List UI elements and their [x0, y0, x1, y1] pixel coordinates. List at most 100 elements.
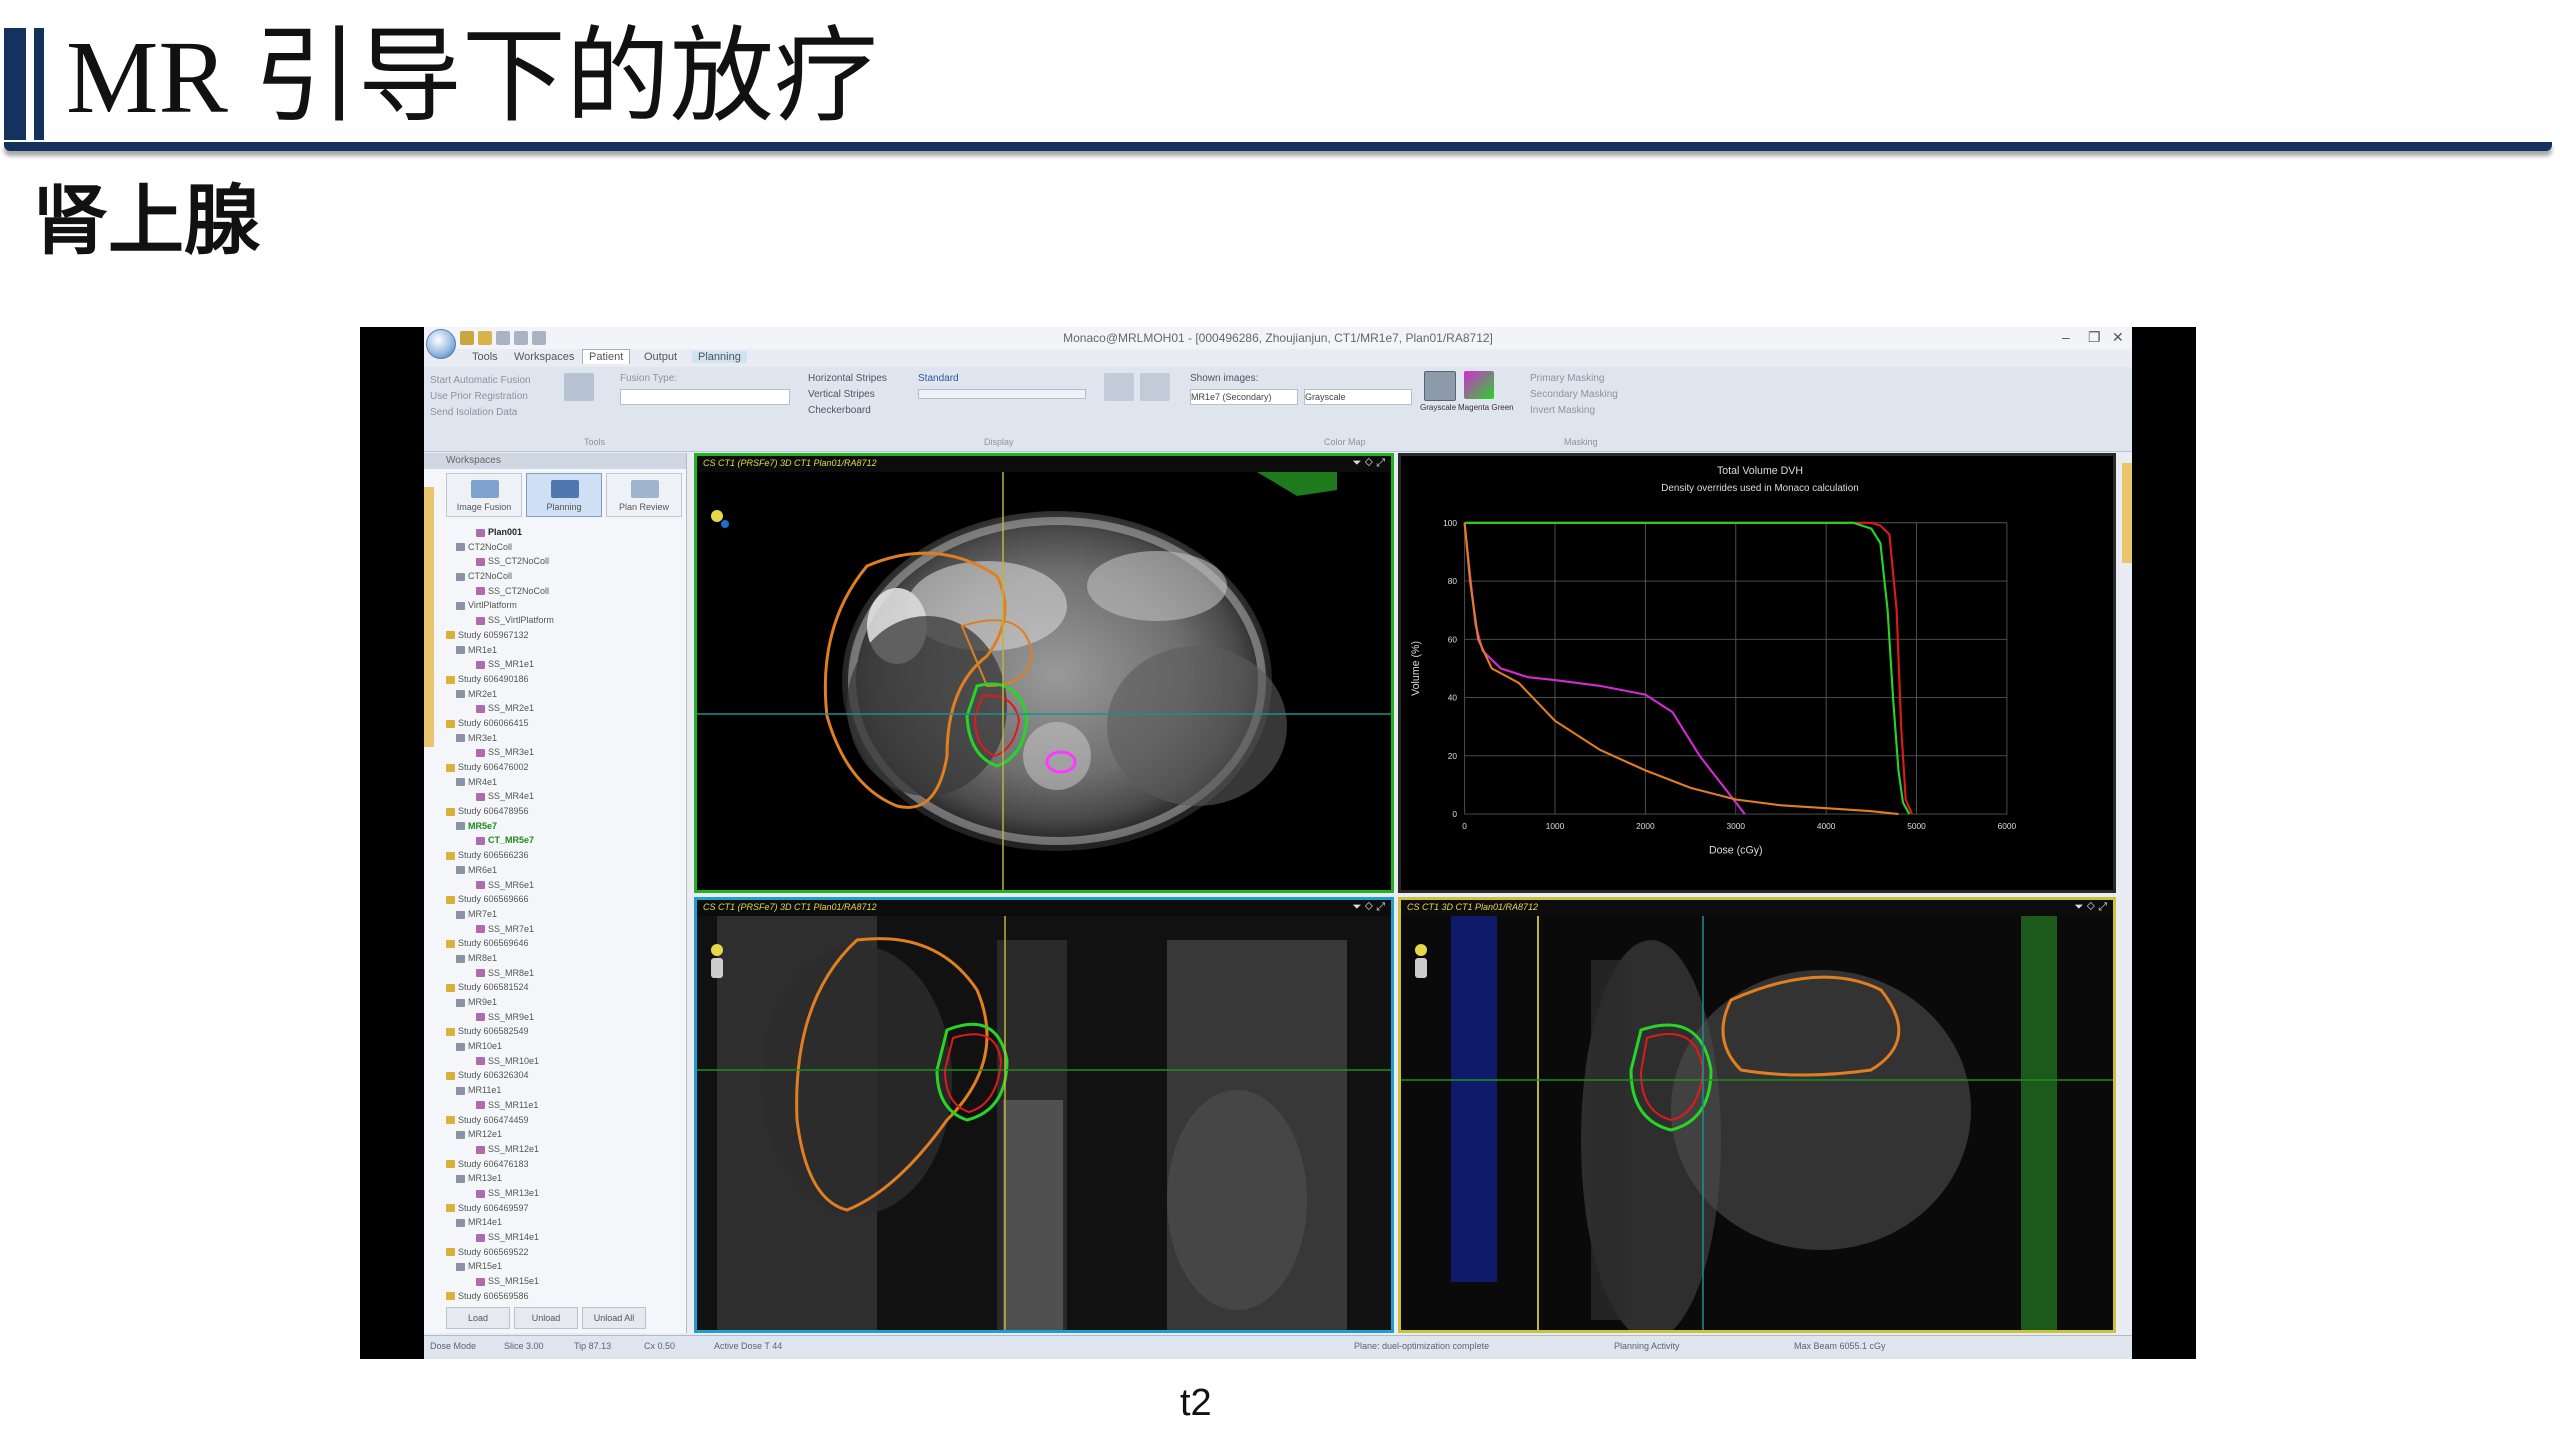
tree-row[interactable]: Study 606326304	[446, 1068, 668, 1083]
tree-row[interactable]: SS_MR8e1	[446, 966, 668, 981]
tree-row[interactable]: MR16e8	[446, 1303, 668, 1305]
magenta-green-icon[interactable]	[1464, 371, 1494, 399]
tree-row[interactable]: Study 606569522	[446, 1245, 668, 1260]
close-icon[interactable]: ✕	[2112, 329, 2124, 346]
tree-row[interactable]: MR5e7	[446, 819, 668, 834]
tree-row[interactable]: SS_MR1e1	[446, 657, 668, 672]
reset-tool-icon[interactable]	[1140, 373, 1170, 401]
tab-output[interactable]: Output	[644, 351, 677, 363]
tree-row[interactable]: Study 606476002	[446, 760, 668, 775]
load-button[interactable]: Load	[446, 1307, 510, 1329]
start-automatic-fusion-button[interactable]: Start Automatic Fusion	[430, 375, 531, 386]
grayscale-icon[interactable]	[1424, 371, 1456, 401]
plan-review-workspace-button[interactable]: Plan Review	[606, 473, 682, 517]
tree-row[interactable]: Study 606474459	[446, 1113, 668, 1128]
tree-row-label: CT_MR5e7	[488, 835, 535, 846]
tree-row[interactable]: MR7e1	[446, 907, 668, 922]
tree-row[interactable]: SS_CT2NoColl	[446, 554, 668, 569]
dvh-series-line	[1464, 521, 1913, 815]
tree-row[interactable]: Study 606469597	[446, 1201, 668, 1216]
fusion-type-select[interactable]	[620, 389, 790, 405]
tree-row[interactable]: Study 606581524	[446, 980, 668, 995]
tree-row[interactable]: MR1e1	[446, 643, 668, 658]
unload-button[interactable]: Unload	[514, 1307, 578, 1329]
fusion-registration-icon[interactable]	[564, 373, 594, 401]
sagittal-viewport[interactable]: CS CT1 3D CT1 Plan01/RA8712 ⏷ ◇ ⤢	[1398, 897, 2116, 1333]
tree-row[interactable]: SS_CT2NoColl	[446, 584, 668, 599]
right-side-strip[interactable]	[2122, 463, 2132, 563]
tree-row[interactable]: MR9e1	[446, 995, 668, 1010]
tree-row[interactable]: SS_MR15e1	[446, 1274, 668, 1289]
tree-row[interactable]: MR10e1	[446, 1039, 668, 1054]
tree-row-label: SS_MR13e1	[488, 1187, 540, 1198]
tree-row[interactable]: SS_MR11e1	[446, 1098, 668, 1113]
blend-tool-icon[interactable]	[1104, 373, 1134, 401]
tree-row[interactable]: Plan001	[446, 525, 668, 540]
tree-row[interactable]: SS_MR10e1	[446, 1054, 668, 1069]
use-prior-registration-button[interactable]: Use Prior Registration	[430, 391, 528, 402]
tree-row[interactable]: SS_MR9e1	[446, 1010, 668, 1025]
tree-row[interactable]: SS_MR14e1	[446, 1230, 668, 1245]
horizontal-stripes-option[interactable]: Horizontal Stripes	[808, 373, 887, 384]
tab-workspaces[interactable]: Workspaces	[514, 351, 574, 363]
checkerboard-option[interactable]: Checkerboard	[808, 405, 871, 416]
tree-row[interactable]: CT_MR5e7	[446, 833, 668, 848]
tree-row[interactable]: SS_MR12e1	[446, 1142, 668, 1157]
tree-row[interactable]: MR14e1	[446, 1215, 668, 1230]
secondary-masking-button[interactable]: Secondary Masking	[1530, 389, 1618, 400]
minimize-icon[interactable]: –	[2062, 329, 2070, 345]
tree-row[interactable]: Study 606566236	[446, 848, 668, 863]
patient-tree[interactable]: Plan001 CT2NoColl SS_CT2NoColl CT2NoColl SS_…	[446, 525, 668, 1305]
invert-masking-button[interactable]: Invert Masking	[1530, 405, 1595, 416]
tree-row[interactable]: Study 606066415	[446, 716, 668, 731]
tree-row[interactable]: Study 606490186	[446, 672, 668, 687]
tree-row[interactable]: MR8e1	[446, 951, 668, 966]
image-fusion-workspace-button[interactable]: Image Fusion	[446, 473, 522, 517]
dvh-x-axis-label: Dose (cGy)	[1709, 845, 1763, 857]
tree-row[interactable]: MR12e1	[446, 1127, 668, 1142]
blend-slider[interactable]	[918, 389, 1086, 399]
tree-row[interactable]: CT2NoColl	[446, 540, 668, 555]
tree-row[interactable]: Study 606582549	[446, 1024, 668, 1039]
tree-row[interactable]: Study 606569666	[446, 892, 668, 907]
sagittal-mr-image	[1401, 916, 2113, 1330]
tree-row[interactable]: MR6e1	[446, 863, 668, 878]
tree-row[interactable]: MR3e1	[446, 731, 668, 746]
tree-row[interactable]: Study 606569586	[446, 1289, 668, 1304]
planning-workspace-button[interactable]: Planning	[526, 473, 602, 517]
tree-row[interactable]: VirtlPlatform	[446, 598, 668, 613]
tree-row[interactable]: Study 605967132	[446, 628, 668, 643]
tree-row[interactable]: CT2NoColl	[446, 569, 668, 584]
tab-tools[interactable]: Tools	[472, 351, 498, 363]
tree-row[interactable]: SS_MR13e1	[446, 1186, 668, 1201]
tree-row[interactable]: MR13e1	[446, 1171, 668, 1186]
tree-row[interactable]: SS_MR7e1	[446, 922, 668, 937]
tree-row[interactable]: Study 606478956	[446, 804, 668, 819]
tree-row[interactable]: Study 606569646	[446, 936, 668, 951]
blend-standard-option[interactable]: Standard	[918, 373, 959, 384]
maximize-icon[interactable]: ❐	[2088, 329, 2101, 346]
send-isolation-data-button[interactable]: Send Isolation Data	[430, 407, 517, 418]
shown-images-select[interactable]: MR1e7 (Secondary)	[1190, 389, 1298, 405]
plan-review-icon	[631, 480, 659, 498]
axial-viewport[interactable]: CS CT1 (PRSFe7) 3D CT1 Plan01/RA8712 ⏷ ◇…	[694, 453, 1394, 893]
coronal-viewport[interactable]: CS CT1 (PRSFe7) 3D CT1 Plan01/RA8712 ⏷ ◇…	[694, 897, 1394, 1333]
tab-patient[interactable]: Patient	[582, 349, 631, 364]
vertical-stripes-option[interactable]: Vertical Stripes	[808, 389, 875, 400]
tree-row[interactable]: MR4e1	[446, 775, 668, 790]
tree-row[interactable]: Study 606476183	[446, 1157, 668, 1172]
tree-row[interactable]: MR11e1	[446, 1083, 668, 1098]
tree-row[interactable]: SS_MR4e1	[446, 789, 668, 804]
tree-row[interactable]: SS_MR6e1	[446, 878, 668, 893]
unload-all-button[interactable]: Unload All	[582, 1307, 646, 1329]
colormap-select[interactable]: Grayscale	[1304, 389, 1412, 405]
dvh-viewport[interactable]: Total Volume DVH Density overrides used …	[1398, 453, 2116, 893]
tree-row[interactable]: MR15e1	[446, 1259, 668, 1274]
tab-planning[interactable]: Planning	[692, 351, 747, 363]
tree-row[interactable]: SS_VirtlPlatform	[446, 613, 668, 628]
tree-row[interactable]: MR2e1	[446, 687, 668, 702]
tree-row[interactable]: SS_MR3e1	[446, 745, 668, 760]
tree-row[interactable]: SS_MR2e1	[446, 701, 668, 716]
left-side-strip[interactable]	[424, 487, 434, 747]
primary-masking-button[interactable]: Primary Masking	[1530, 373, 1604, 384]
